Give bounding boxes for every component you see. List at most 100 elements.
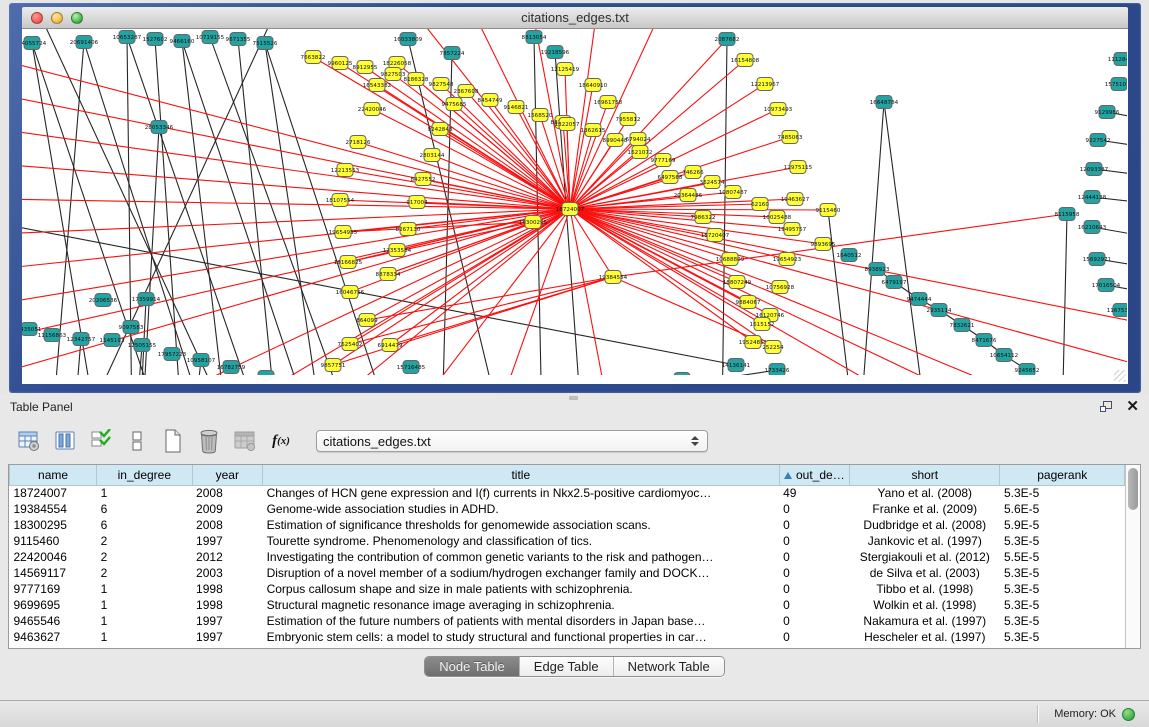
citation-network-graph[interactable]: 14055724 20691406 1065328715276029466160 10… [22,29,1127,375]
graph-node[interactable]: 9245652 [1015,364,1040,376]
graph-node[interactable]: 9115460 [816,204,841,217]
graph-node[interactable]: 6479197 [882,276,907,289]
graph-node[interactable]: 12213967 [751,78,780,91]
graph-node[interactable]: 1640512 [837,249,862,262]
window-resize-grip[interactable] [1114,370,1126,382]
graph-node[interactable]: 7515526 [253,37,278,50]
graph-node[interactable]: 16782759 [217,361,246,374]
graph-node[interactable]: 2087682 [715,33,740,46]
network-window-titlebar[interactable]: citations_edges.txt [22,7,1128,29]
graph-node[interactable] [674,373,690,376]
vertical-scrollbar[interactable] [1125,465,1140,648]
panel-splitter-handle[interactable] [569,396,578,400]
graph-node[interactable]: 8115958 [1055,208,1080,221]
graph-node[interactable]: 9466160 [170,35,195,48]
graph-node[interactable]: 917004 [406,196,428,209]
network-canvas[interactable]: 14055724 20691406 1065328715276029466160 10… [22,29,1128,384]
graph-node[interactable]: 17359914 [132,293,161,306]
column-visibility-button[interactable] [52,428,78,454]
table-select-dropdown[interactable]: citations_edges.txt [316,430,708,452]
tab-node-table[interactable]: Node Table [425,657,519,676]
graph-node[interactable]: 15692971 [1083,253,1112,266]
graph-node[interactable]: 10688809 [716,253,745,266]
graph-node[interactable]: 20691406 [70,36,99,49]
memory-status-indicator[interactable] [1122,708,1135,721]
close-panel-icon[interactable]: ✕ [1126,401,1139,413]
graph-node[interactable]: 1568520 [528,109,553,122]
graph-node[interactable]: 9857751 [321,359,346,372]
graph-node[interactable]: 8912955 [353,61,378,74]
column-header-pagerank[interactable]: pagerank [1000,465,1125,485]
row-selection-button[interactable] [88,428,114,454]
graph-node[interactable]: 8186328 [404,73,429,86]
table-row[interactable]: 969969511998Structural magnetic resonanc… [10,597,1125,613]
table-row[interactable]: 1938455462009Genome-wide association stu… [10,501,1125,517]
graph-node[interactable]: 16154808 [731,54,760,67]
column-header-name[interactable]: name [10,465,97,485]
graph-node[interactable]: 16961758 [594,96,623,109]
graph-node[interactable]: 10807487 [719,186,748,199]
graph-node[interactable]: 15716485 [397,361,426,374]
graph-node[interactable]: 17957223 [158,348,187,361]
graph-node[interactable]: 10654112 [990,349,1018,362]
graph-node[interactable]: 2803144 [420,149,445,162]
function-builder-button[interactable]: f(x) [268,428,294,454]
graph-node[interactable]: 8454749 [478,94,503,107]
table-row[interactable]: 1456911722003Disruption of a novel membe… [10,565,1125,581]
graph-node[interactable]: 7485063 [778,131,803,144]
graph-node[interactable]: 9475685 [442,98,467,111]
graph-node[interactable]: 7832621 [950,319,975,332]
graph-node[interactable]: 8471676 [972,334,997,347]
graph-node[interactable]: 1527602 [143,33,168,46]
delete-table-button[interactable] [196,428,222,454]
graph-node[interactable]: 9146821 [504,101,529,114]
graph-node[interactable]: 62160 [751,198,769,211]
graph-node[interactable]: 14055724 [22,37,47,50]
graph-node[interactable]: 22420046 [358,103,387,116]
network-window[interactable]: citations_edges.txt 14055724 20691406 1065… [9,3,1141,393]
graph-node[interactable]: 252254 [762,341,784,354]
tab-edge-table[interactable]: Edge Table [519,657,613,676]
graph-node[interactable]: 10025488 [763,211,792,224]
graph-node[interactable]: 9129986 [1095,106,1120,119]
graph-node[interactable]: 9671355 [226,33,251,46]
graph-node[interactable]: 2718126 [346,136,371,149]
graph-node[interactable]: 12342757 [67,333,96,346]
graph-node[interactable]: 8813054 [522,31,547,44]
graph-node[interactable]: 11128404 [1108,53,1127,66]
graph-node[interactable]: 10653287 [113,31,142,44]
graph-node[interactable]: 2367608 [454,85,479,98]
float-panel-icon[interactable] [1100,401,1114,414]
graph-node[interactable]: 746266 [682,166,704,179]
graph-node[interactable]: 9097583 [119,321,144,334]
graph-node[interactable]: 12093387 [1080,163,1109,176]
graph-node[interactable]: 19218596 [541,46,570,59]
table-row[interactable]: 977716911998Corpus callosum shape and si… [10,581,1125,597]
graph-node[interactable]: 19654935 [329,226,358,239]
column-header-out_de[interactable]: out_de… [779,465,850,485]
table-row[interactable]: 2242004622012Investigating the contribut… [10,549,1125,565]
tab-network-table[interactable]: Network Table [613,657,724,676]
graph-node[interactable]: 16046756 [336,286,365,299]
graph-node[interactable]: 12125419 [551,63,580,76]
graph-node[interactable]: 18640910 [579,79,608,92]
table-row[interactable]: 911546021997Tourette syndrome. Phenomeno… [10,533,1125,549]
table-row[interactable]: 946554611997Estimation of the future num… [10,613,1125,629]
graph-node[interactable]: 11156863 [38,329,67,342]
graph-node[interactable]: 3624574 [700,176,725,189]
graph-node[interactable]: 8990448 [603,134,628,147]
graph-node[interactable]: 12975115 [784,161,813,174]
scrollbar-thumb[interactable] [1128,468,1138,510]
graph-node[interactable]: 1733426 [765,364,790,376]
graph-node[interactable]: 12444138 [1078,191,1107,204]
graph-node[interactable]: 8878334 [376,268,401,281]
graph-node[interactable]: 864099 [356,314,378,327]
table-row[interactable]: 1872400712008Changes of HCN gene express… [10,485,1125,501]
column-header-year[interactable]: year [192,465,263,485]
node-table[interactable]: namein_degreeyeartitleout_de…shortpagera… [9,465,1125,645]
graph-node[interactable]: 8427552 [411,173,436,186]
graph-node[interactable]: 16648784 [870,96,899,109]
graph-node[interactable]: 28053346 [145,121,174,134]
table-options-button[interactable] [16,428,42,454]
graph-node[interactable]: 9827548 [429,78,454,91]
